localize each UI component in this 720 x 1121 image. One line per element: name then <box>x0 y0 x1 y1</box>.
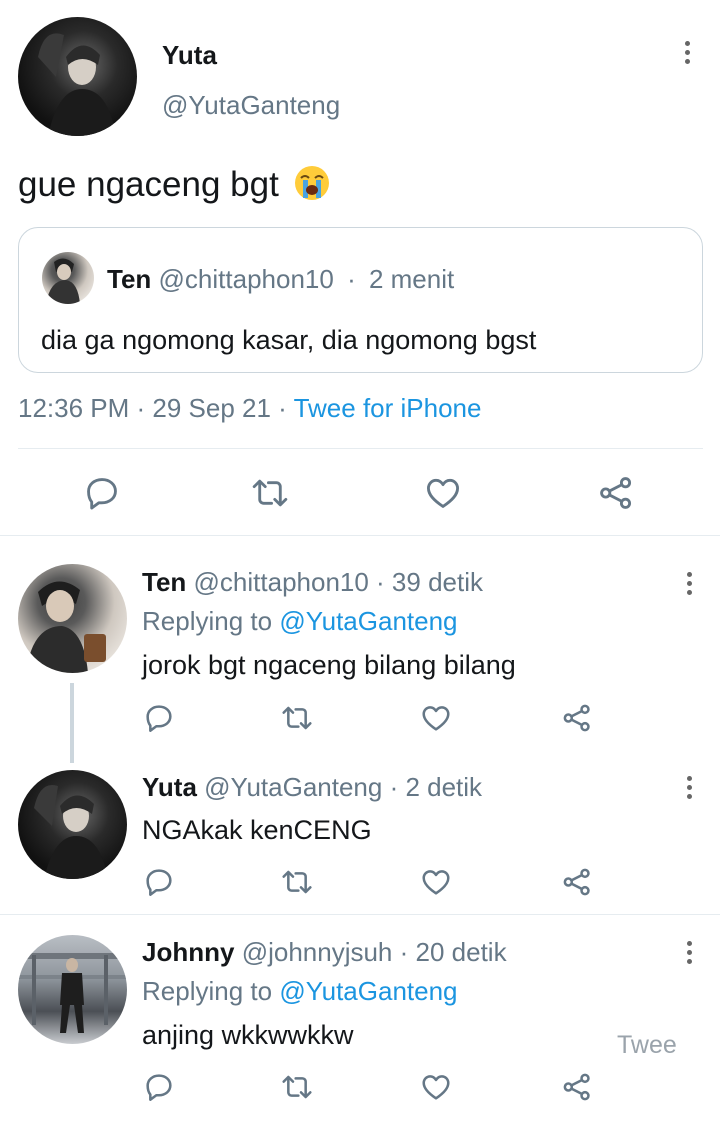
share-icon[interactable] <box>561 702 593 739</box>
quoted-tweet-time: 2 menit <box>368 264 455 294</box>
main-tweet-text-row: gue ngaceng bgt <box>18 164 331 205</box>
replying-to-handle[interactable]: @YutaGanteng <box>279 606 457 636</box>
retweet-icon[interactable] <box>279 702 315 739</box>
overlay-label: Twee <box>617 1031 677 1059</box>
main-tweet-author-handle[interactable]: @YutaGanteng <box>162 90 340 121</box>
reply-avatar[interactable] <box>18 770 127 879</box>
tweet-source-link[interactable]: Twee for iPhone <box>294 393 482 423</box>
retweet-icon[interactable] <box>279 866 315 903</box>
heart-icon[interactable] <box>419 1071 453 1108</box>
more-vertical-icon[interactable] <box>685 572 693 599</box>
reply-author-handle: @chittaphon10 · 39 detik <box>193 567 483 597</box>
divider <box>0 535 720 536</box>
reply-icon[interactable] <box>83 474 121 512</box>
retweet-icon[interactable] <box>279 1071 315 1108</box>
reply-header: Yuta @YutaGanteng · 2 detik <box>142 772 482 803</box>
quoted-tweet-header: Ten @chittaphon10 · 2 menit <box>107 264 454 295</box>
reply-author-handle: @YutaGanteng · 2 detik <box>204 772 483 802</box>
quoted-tweet-card[interactable]: Ten @chittaphon10 · 2 menit dia ga ngomo… <box>18 227 703 373</box>
share-icon[interactable] <box>561 1071 593 1108</box>
reply-text: anjing wkkwwkkw <box>142 1020 354 1050</box>
more-vertical-icon[interactable] <box>683 41 691 68</box>
replying-to-label: Replying to <box>142 606 280 636</box>
more-vertical-icon[interactable] <box>685 941 693 968</box>
reply-icon[interactable] <box>143 1071 175 1108</box>
main-tweet-author-name[interactable]: Yuta <box>162 40 217 71</box>
quoted-tweet-avatar <box>42 252 94 304</box>
reply-header: Ten @chittaphon10 · 39 detik <box>142 567 483 598</box>
reply-author-handle: @johnnyjsuh · 20 detik <box>241 937 507 967</box>
heart-icon[interactable] <box>419 702 453 739</box>
reply-text: jorok bgt ngaceng bilang bilang <box>142 650 516 680</box>
heart-icon[interactable] <box>423 474 463 512</box>
quoted-tweet-text: dia ga ngomong kasar, dia ngomong bgst <box>41 325 537 355</box>
reply-avatar[interactable] <box>18 564 127 673</box>
reply-icon[interactable] <box>143 866 175 903</box>
reply-text: NGAkak kenCENG <box>142 815 372 845</box>
reply-icon[interactable] <box>143 702 175 739</box>
replying-to-line: Replying to @YutaGanteng <box>142 606 458 637</box>
reply-author-name[interactable]: Yuta <box>142 772 197 802</box>
quoted-tweet-author-handle: @chittaphon10 <box>158 264 334 294</box>
reply-author-name[interactable]: Ten <box>142 567 186 597</box>
main-tweet-text: gue ngaceng bgt <box>18 165 279 204</box>
avatar-photo <box>38 33 116 136</box>
tweet-timestamp: 12:36 PM · 29 Sep 21 · <box>18 393 294 423</box>
main-tweet-avatar[interactable] <box>18 17 137 136</box>
reply-author-name[interactable]: Johnny <box>142 937 234 967</box>
replying-to-handle[interactable]: @YutaGanteng <box>279 976 457 1006</box>
tweet-timestamp-row: 12:36 PM · 29 Sep 21 · Twee for iPhone <box>18 393 481 424</box>
divider <box>18 448 703 449</box>
replying-to-label: Replying to <box>142 976 280 1006</box>
replying-to-line: Replying to @YutaGanteng <box>142 976 458 1007</box>
share-icon[interactable] <box>597 474 635 512</box>
divider <box>0 914 720 915</box>
retweet-icon[interactable] <box>249 474 291 512</box>
reply-header: Johnny @johnnyjsuh · 20 detik <box>142 937 507 968</box>
crying-face-emoji <box>293 164 331 202</box>
heart-icon[interactable] <box>419 866 453 903</box>
reply-avatar[interactable] <box>18 935 127 1044</box>
thread-connector-line <box>70 683 74 763</box>
quoted-tweet-separator: · <box>347 264 356 294</box>
quoted-tweet-author-name: Ten <box>107 264 152 294</box>
more-vertical-icon[interactable] <box>685 776 693 803</box>
share-icon[interactable] <box>561 866 593 903</box>
